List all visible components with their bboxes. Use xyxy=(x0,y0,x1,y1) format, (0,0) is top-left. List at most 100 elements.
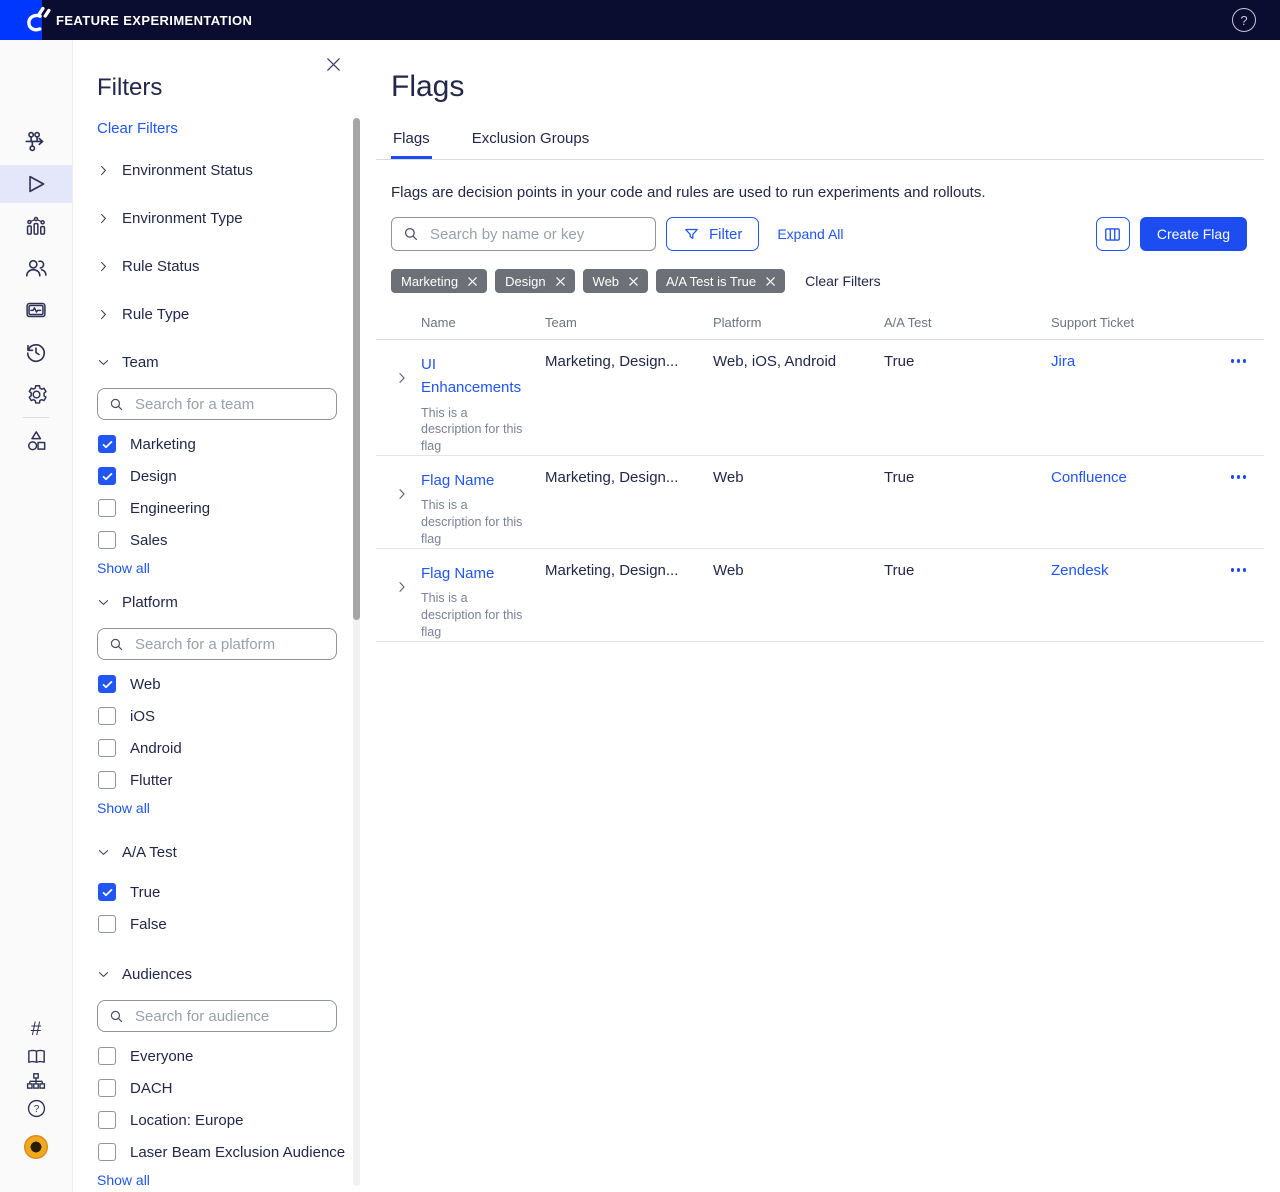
clear-filters-button[interactable]: Clear Filters xyxy=(805,273,880,289)
logo[interactable] xyxy=(0,0,42,40)
flag-name-link[interactable]: Flag Name xyxy=(421,469,494,492)
option-label: DACH xyxy=(130,1080,173,1097)
filters-scrollbar-thumb[interactable] xyxy=(353,118,360,620)
team-show-all-link[interactable]: Show all xyxy=(97,560,150,576)
option-label: Everyone xyxy=(130,1048,193,1065)
close-icon xyxy=(765,276,776,287)
expand-row-button[interactable] xyxy=(376,469,421,501)
rail-item-reports[interactable] xyxy=(0,207,72,245)
clear-filters-link[interactable]: Clear Filters xyxy=(97,120,178,137)
support-ticket-link[interactable]: Zendesk xyxy=(1051,562,1109,579)
checkbox-aa-true[interactable]: True xyxy=(98,876,362,908)
checkbox-engineering[interactable]: Engineering xyxy=(98,492,362,524)
search-icon xyxy=(108,636,125,653)
optimizely-logo-icon xyxy=(22,4,52,36)
flag-name-link[interactable]: Flag Name xyxy=(421,562,494,585)
checkbox-laser-beam-exclusion[interactable]: Laser Beam Exclusion Audience xyxy=(98,1136,362,1168)
rail-item-audiences[interactable] xyxy=(0,249,72,287)
table-row: Flag Name This is a description for this… xyxy=(376,549,1264,642)
flag-name-link[interactable]: UI Enhancements xyxy=(421,353,533,400)
tab-exclusion-groups[interactable]: Exclusion Groups xyxy=(470,130,592,159)
filter-section-aa-test[interactable]: A/A Test xyxy=(97,828,362,876)
checkbox-aa-false[interactable]: False xyxy=(98,908,362,940)
table-row: Flag Name This is a description for this… xyxy=(376,456,1264,549)
columns-button[interactable] xyxy=(1096,217,1130,251)
checkbox-android[interactable]: Android xyxy=(98,732,362,764)
checkbox-icon xyxy=(98,435,116,453)
support-ticket-link[interactable]: Confluence xyxy=(1051,469,1127,486)
close-icon xyxy=(555,276,566,287)
section-label: Audiences xyxy=(122,966,192,983)
rail-item-docs[interactable] xyxy=(0,1043,72,1069)
tab-flags[interactable]: Flags xyxy=(391,130,432,159)
checkbox-design[interactable]: Design xyxy=(98,460,362,492)
chevron-right-icon xyxy=(97,164,110,177)
rail-item-settings[interactable] xyxy=(0,375,72,413)
checkbox-location-europe[interactable]: Location: Europe xyxy=(98,1104,362,1136)
filter-section-team[interactable]: Team xyxy=(97,338,362,386)
help-icon[interactable]: ? xyxy=(1232,8,1256,32)
filter-section-rule-status[interactable]: Rule Status xyxy=(97,242,362,290)
create-flag-button[interactable]: Create Flag xyxy=(1140,217,1247,251)
rail-item-help[interactable]: ? xyxy=(0,1095,72,1121)
remove-chip-button[interactable] xyxy=(765,276,776,287)
option-label: Location: Europe xyxy=(130,1112,243,1129)
remove-chip-button[interactable] xyxy=(555,276,566,287)
rail-item-flow[interactable] xyxy=(0,123,72,161)
flags-search-input[interactable] xyxy=(428,225,645,244)
platform-show-all-link[interactable]: Show all xyxy=(97,800,150,816)
chevron-down-icon xyxy=(97,356,110,369)
chevron-down-icon xyxy=(97,596,110,609)
remove-chip-button[interactable] xyxy=(628,276,639,287)
rail-item-components[interactable] xyxy=(0,422,72,460)
cell-aa-test: True xyxy=(884,469,1051,548)
flags-table: Name Team Platform A/A Test Support Tick… xyxy=(376,315,1264,642)
checkbox-dach[interactable]: DACH xyxy=(98,1072,362,1104)
chevron-down-icon xyxy=(97,968,110,981)
flag-description: This is a description for this flag xyxy=(421,590,529,641)
checkbox-everyone[interactable]: Everyone xyxy=(98,1040,362,1072)
filter-section-platform[interactable]: Platform xyxy=(97,578,362,626)
row-menu-button[interactable] xyxy=(1231,562,1247,641)
column-header-platform: Platform xyxy=(713,315,884,330)
checkbox-web[interactable]: Web xyxy=(98,668,362,700)
filter-section-audiences[interactable]: Audiences xyxy=(97,950,362,998)
team-search-input[interactable] xyxy=(133,395,326,414)
rail-item-history[interactable] xyxy=(0,333,72,371)
filter-section-rule-type[interactable]: Rule Type xyxy=(97,290,362,338)
row-menu-button[interactable] xyxy=(1231,469,1247,548)
rail-item-sitemap[interactable] xyxy=(0,1069,72,1095)
rail-item-events[interactable] xyxy=(0,291,72,329)
rail-item-flags[interactable] xyxy=(0,165,72,203)
expand-all-link[interactable]: Expand All xyxy=(777,226,843,242)
expand-row-button[interactable] xyxy=(376,353,421,385)
checkbox-ios[interactable]: iOS xyxy=(98,700,362,732)
row-menu-button[interactable] xyxy=(1231,353,1247,455)
avatar[interactable] xyxy=(24,1135,48,1159)
audience-search-input[interactable] xyxy=(133,1007,326,1026)
checkbox-sales[interactable]: Sales xyxy=(98,524,362,556)
chip-web: Web xyxy=(583,269,649,293)
remove-chip-button[interactable] xyxy=(467,276,478,287)
filter-section-environment-type[interactable]: Environment Type xyxy=(97,194,362,242)
chevron-right-icon xyxy=(395,580,409,594)
close-icon xyxy=(467,276,478,287)
team-search xyxy=(97,388,337,420)
filter-section-environment-status[interactable]: Environment Status xyxy=(97,146,362,194)
rail-divider xyxy=(23,417,49,418)
checkbox-marketing[interactable]: Marketing xyxy=(98,428,362,460)
checkbox-flutter[interactable]: Flutter xyxy=(98,764,362,796)
cell-platform: Web, iOS, Android xyxy=(713,353,884,455)
filter-button[interactable]: Filter xyxy=(666,217,759,251)
audiences-show-all-link[interactable]: Show all xyxy=(97,1172,150,1188)
chip-label: Design xyxy=(505,274,545,289)
column-header-team: Team xyxy=(545,315,713,330)
expand-row-button[interactable] xyxy=(376,562,421,594)
support-ticket-link[interactable]: Jira xyxy=(1051,353,1075,370)
platform-search-input[interactable] xyxy=(133,635,326,654)
page-description: Flags are decision points in your code a… xyxy=(391,184,1264,201)
chevron-down-icon xyxy=(97,846,110,859)
close-filters-button[interactable] xyxy=(323,54,344,75)
filters-title: Filters xyxy=(97,74,362,102)
rail-item-shortcuts[interactable]: # xyxy=(0,1017,72,1043)
